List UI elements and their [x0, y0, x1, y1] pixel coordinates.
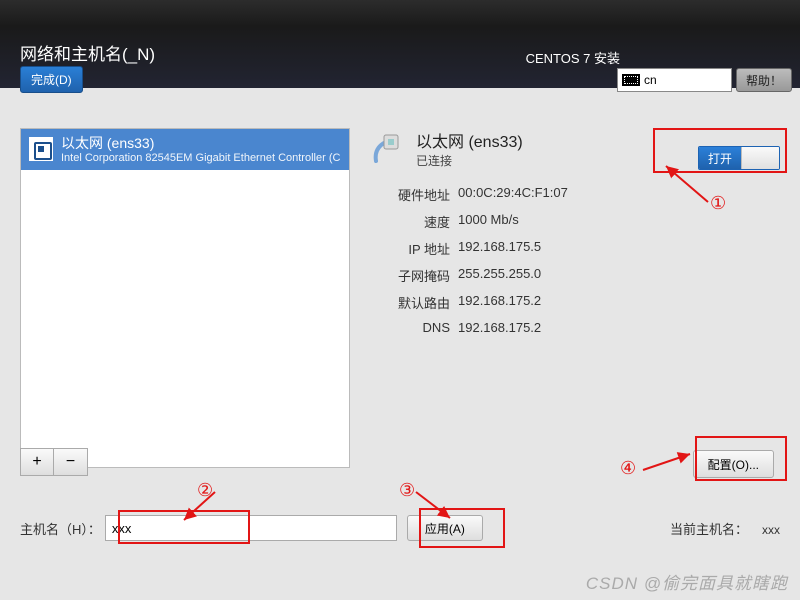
watermark: CSDN @偷完面具就瞎跑: [586, 569, 788, 594]
device-list-item[interactable]: 以太网 (ens33) Intel Corporation 82545EM Gi…: [21, 129, 349, 170]
help-button[interactable]: 帮助！: [736, 68, 792, 92]
page-title: 网络和主机名(_N): [20, 40, 155, 65]
mask-value: 255.255.255.0: [458, 266, 541, 285]
annotation-arrow-3: [410, 490, 470, 535]
hostname-input[interactable]: [105, 515, 397, 541]
annotation-arrow-1: [660, 162, 720, 217]
device-list[interactable]: 以太网 (ens33) Intel Corporation 82545EM Gi…: [20, 128, 350, 468]
gw-label: 默认路由: [380, 293, 450, 312]
ethernet-cable-icon: [370, 131, 406, 167]
ethernet-port-icon: [29, 137, 53, 161]
hw-value: 00:0C:29:4C:F1:07: [458, 185, 568, 204]
toggle-handle: [741, 147, 779, 169]
add-device-button[interactable]: +: [20, 448, 54, 476]
hw-label: 硬件地址: [380, 185, 450, 204]
keyboard-layout-value: cn: [644, 73, 657, 87]
device-list-tools: + −: [20, 448, 88, 476]
ip-value: 192.168.175.5: [458, 239, 541, 258]
remove-device-button[interactable]: −: [54, 448, 88, 476]
done-button[interactable]: 完成(D): [20, 66, 83, 93]
keyboard-layout-field[interactable]: cn: [617, 68, 732, 92]
annotation-number-4: ④: [620, 458, 636, 479]
ip-label: IP 地址: [380, 239, 450, 258]
gw-value: 192.168.175.2: [458, 293, 541, 312]
speed-value: 1000 Mb/s: [458, 212, 519, 231]
dns-value: 192.168.175.2: [458, 320, 541, 335]
annotation-arrow-4: [640, 448, 700, 483]
detail-status: 已连接: [416, 152, 523, 169]
installer-brand: CENTOS 7 安装: [526, 48, 620, 67]
dns-label: DNS: [380, 320, 450, 335]
top-bar: 网络和主机名(_N) 完成(D) CENTOS 7 安装 cn 帮助！: [0, 0, 800, 88]
speed-label: 速度: [380, 212, 450, 231]
current-hostname-label: 当前主机名：: [670, 519, 748, 538]
hostname-label: 主机名（H）：: [20, 519, 101, 538]
detail-title: 以太网 (ens33): [416, 128, 523, 152]
keyboard-icon: [622, 74, 640, 86]
hostname-row: 主机名（H）： 应用(A) 当前主机名： xxx: [20, 515, 780, 541]
current-hostname-value: xxx: [762, 523, 780, 537]
configure-button[interactable]: 配置(O)...: [693, 450, 774, 478]
mask-label: 子网掩码: [380, 266, 450, 285]
device-detail: 以太网 (ens33) 已连接 打开 硬件地址00:0C:29:4C:F1:07…: [370, 128, 780, 339]
device-desc: Intel Corporation 82545EM Gigabit Ethern…: [61, 152, 340, 164]
device-name: 以太网 (ens33): [61, 135, 340, 152]
annotation-arrow-2: [180, 490, 240, 535]
